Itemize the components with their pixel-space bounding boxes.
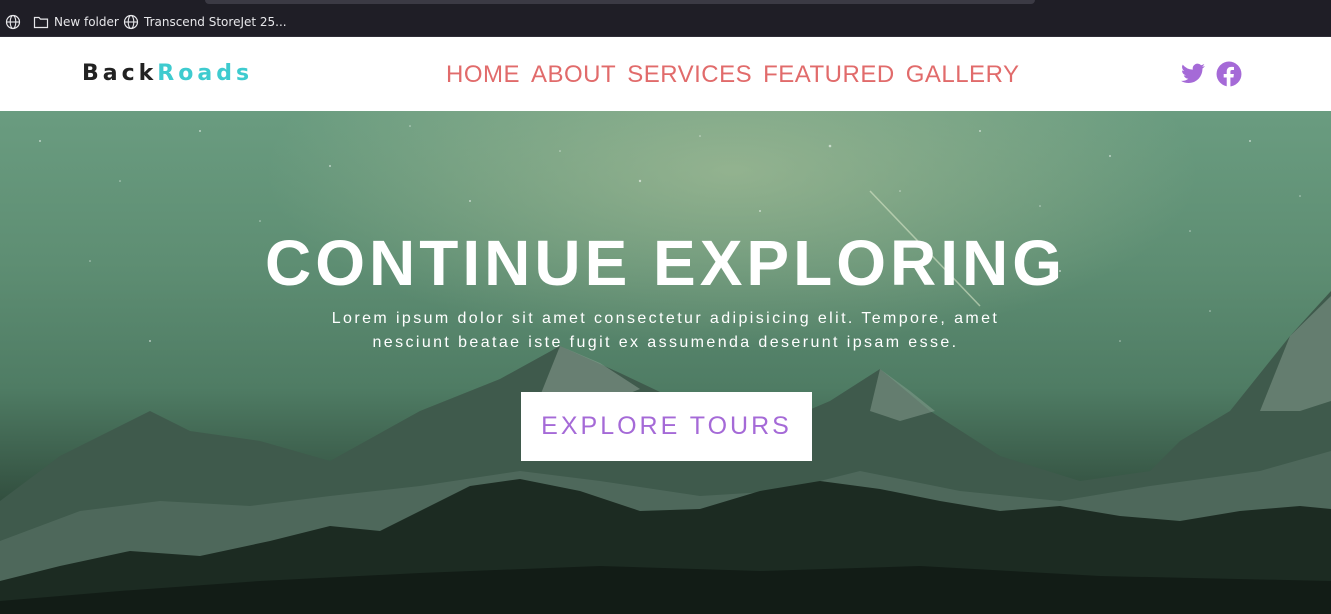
bookmark-globe[interactable] — [5, 13, 26, 31]
bookmark-label: Transcend StoreJet 25... — [144, 15, 287, 29]
nav-link-services[interactable]: SERVICES — [627, 60, 752, 90]
logo-text-back: Back — [82, 61, 158, 86]
bookmark-new-folder[interactable]: New folder — [33, 13, 119, 31]
folder-icon — [33, 16, 49, 29]
nav-link-about[interactable]: ABOUT — [531, 60, 616, 90]
twitter-icon[interactable] — [1180, 61, 1206, 87]
logo-text-roads: Roads — [157, 61, 254, 86]
globe-icon — [5, 14, 21, 30]
site-logo[interactable]: BackRoads — [82, 61, 253, 87]
mountain-background — [0, 111, 1331, 614]
explore-tours-button[interactable]: EXPLORE TOURS — [521, 392, 812, 461]
hero-description: Lorem ipsum dolor sit amet consectetur a… — [331, 310, 1000, 351]
bookmark-label: New folder — [54, 15, 119, 29]
site-navbar: BackRoads HOME ABOUT SERVICES FEATURED G… — [0, 37, 1331, 111]
nav-links: HOME ABOUT SERVICES FEATURED GALLERY — [446, 60, 1030, 90]
facebook-icon[interactable] — [1216, 61, 1242, 87]
globe-icon — [123, 14, 139, 30]
tab-strip — [205, 0, 1035, 4]
nav-link-home[interactable]: HOME — [446, 60, 520, 90]
nav-link-featured[interactable]: FEATURED — [763, 60, 895, 90]
hero-title: CONTINUE EXPLORING — [265, 227, 1066, 299]
bookmark-transcend[interactable]: Transcend StoreJet 25... — [123, 13, 287, 31]
nav-link-gallery[interactable]: GALLERY — [906, 60, 1020, 90]
hero-section: CONTINUE EXPLORING Lorem ipsum dolor sit… — [0, 111, 1331, 614]
bookmarks-bar: New folder Transcend StoreJet 25... — [0, 0, 1331, 37]
